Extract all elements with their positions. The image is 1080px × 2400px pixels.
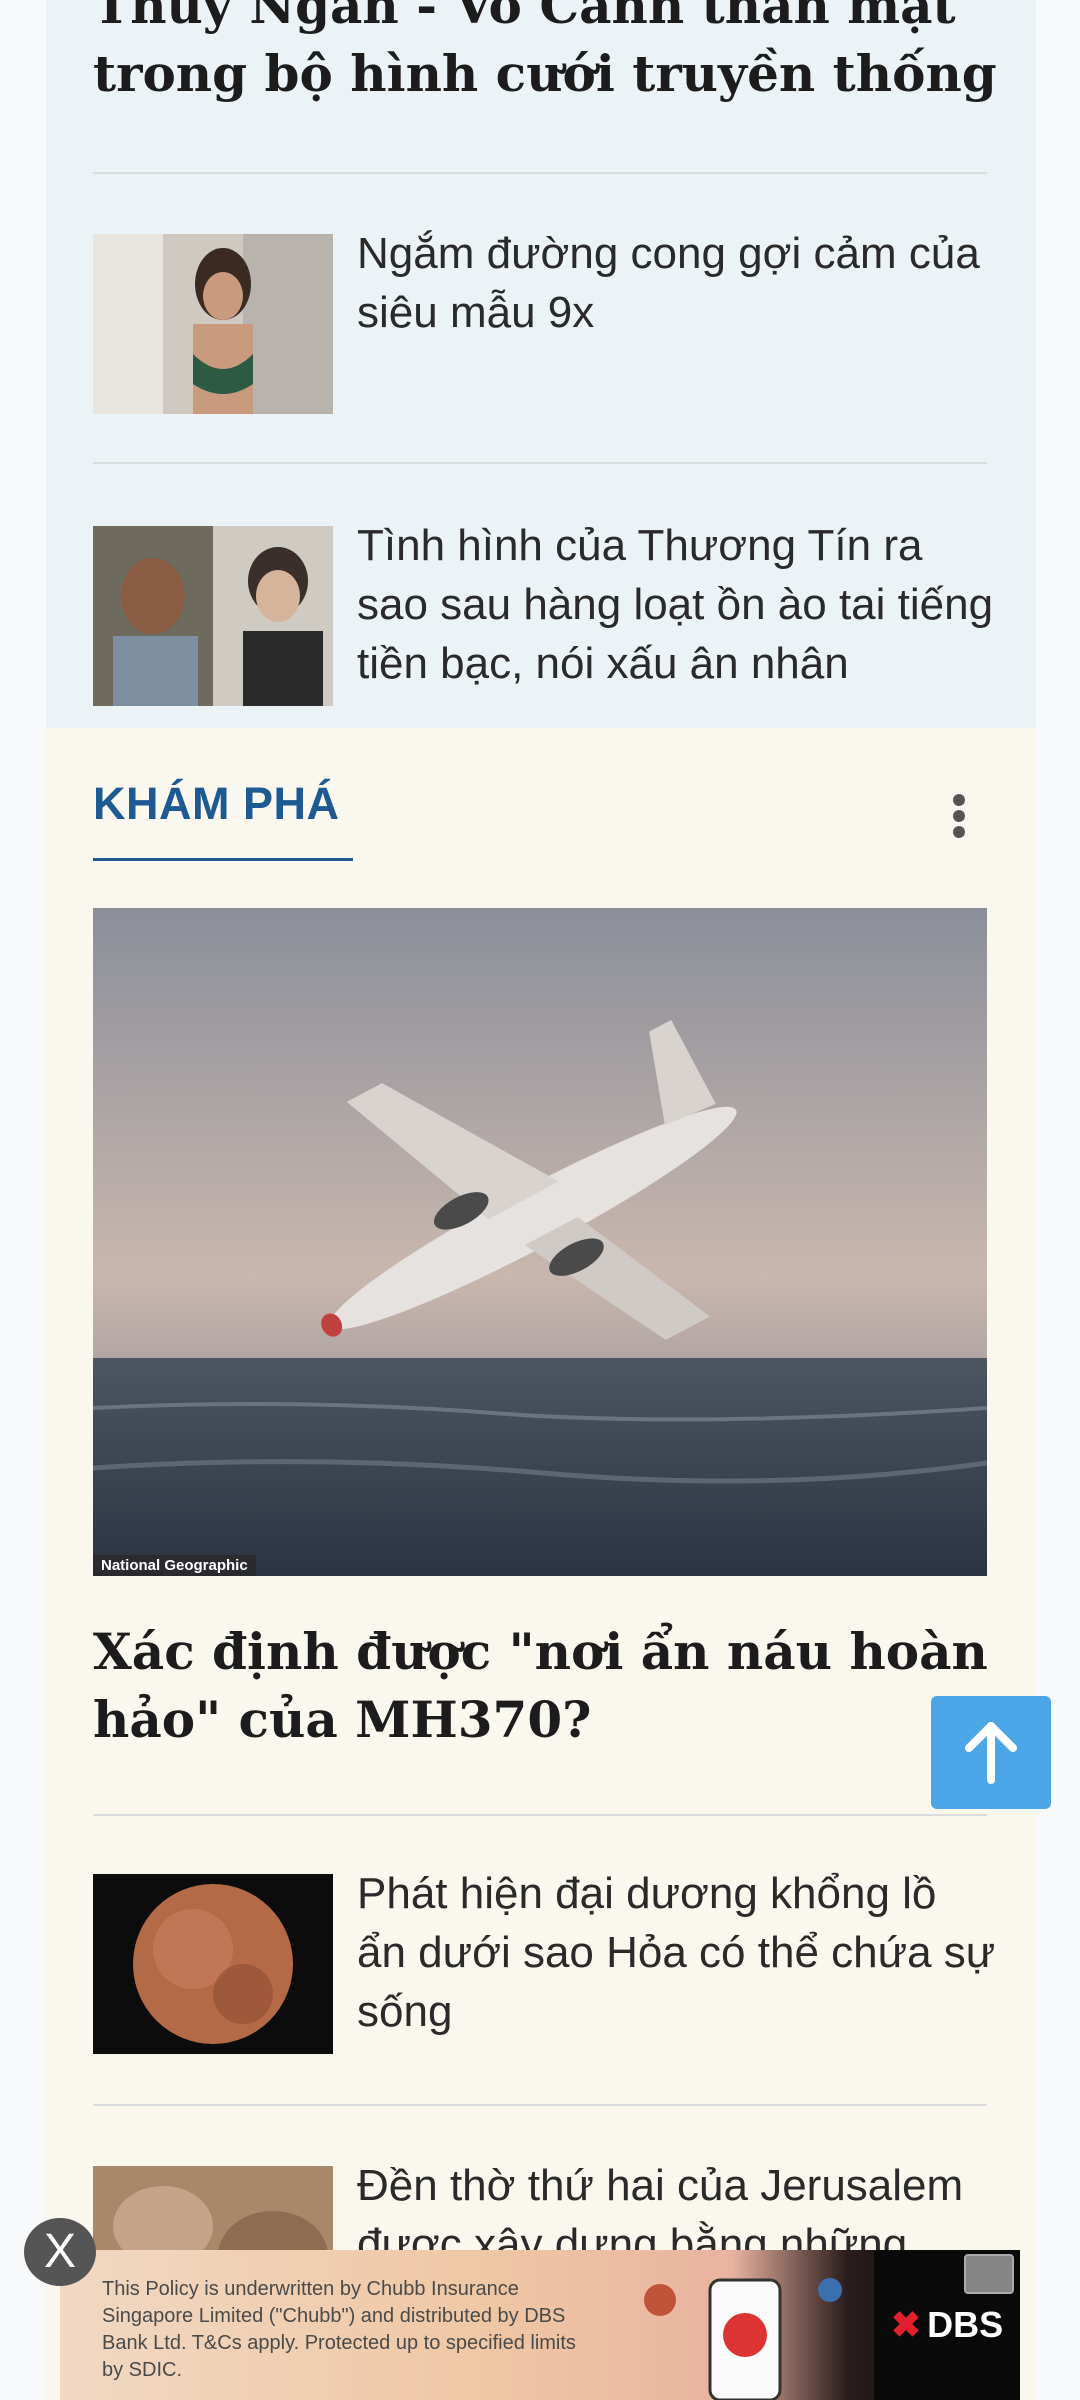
section-label[interactable]: KHÁM PHÁ — [93, 778, 340, 830]
ad-graphic — [644, 2278, 842, 2400]
dbs-mark-icon: ✖ — [890, 2304, 922, 2345]
section-underline — [93, 858, 353, 861]
explore-section: KHÁM PHÁ National Geographic Xác định đư… — [46, 728, 1036, 2400]
article-title[interactable]: Phát hiện đại dương khổng lồ ẩn dưới sao… — [357, 1864, 997, 2041]
close-ad-button[interactable]: X — [24, 2218, 96, 2286]
divider — [93, 462, 987, 464]
image-credit: National Geographic — [93, 1555, 256, 1576]
more-options-icon[interactable] — [946, 794, 972, 844]
article-title[interactable]: Ngắm đường cong gợi cảm của siêu mẫu 9x — [357, 224, 997, 342]
article-thumbnail[interactable] — [93, 526, 333, 706]
divider — [93, 172, 987, 174]
divider — [93, 1814, 987, 1816]
back-to-top-button[interactable] — [931, 1696, 1051, 1809]
ad-disclaimer: This Policy is underwritten by Chubb Ins… — [102, 2278, 576, 2381]
article-title[interactable]: Tình hình của Thương Tín ra sao sau hàng… — [357, 516, 997, 693]
article-thumbnail[interactable] — [93, 1874, 333, 2054]
article-headline[interactable]: Thúy Ngân - Võ Cảnh thân mật trong bộ hì… — [93, 0, 1033, 108]
ad-banner[interactable]: This Policy is underwritten by Chubb Ins… — [60, 2250, 1020, 2400]
article-headline[interactable]: Xác định được "nơi ẩn náu hoàn hảo" của … — [93, 1618, 1033, 1754]
related-articles-section: Thúy Ngân - Võ Cảnh thân mật trong bộ hì… — [46, 0, 1036, 728]
article-thumbnail[interactable] — [93, 234, 333, 414]
arrow-up-icon — [965, 1722, 1017, 1784]
divider — [93, 2104, 987, 2106]
hero-image[interactable]: National Geographic — [93, 908, 987, 1576]
ad-choices-icon[interactable] — [964, 2254, 1014, 2294]
